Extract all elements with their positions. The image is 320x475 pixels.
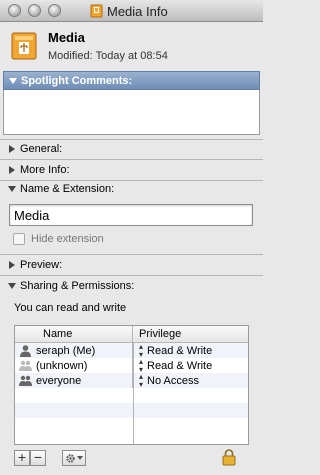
privilege-value: Read & Write xyxy=(147,359,213,372)
close-button[interactable] xyxy=(8,4,21,17)
table-row[interactable]: everyone ▴ ▾ No Access xyxy=(15,371,248,389)
title-bar: Media Info xyxy=(0,0,263,22)
more-info-label: More Info: xyxy=(20,164,70,176)
item-name: Media xyxy=(48,30,85,45)
table-row[interactable]: seraph (Me) ▴ ▾ Read & Write xyxy=(15,342,248,358)
general-label: General: xyxy=(20,143,63,155)
table-header: Name Privilege xyxy=(15,326,248,343)
column-header-privilege[interactable]: Privilege xyxy=(133,326,181,342)
general-section-header[interactable]: General: xyxy=(0,139,263,159)
remove-user-button[interactable]: − xyxy=(30,450,46,466)
user-name: seraph (Me) xyxy=(36,344,96,357)
user-name: (unknown) xyxy=(36,359,88,372)
privilege-cell[interactable]: ▴ ▾ Read & Write xyxy=(133,357,213,373)
disclosure-closed-icon xyxy=(9,166,15,174)
sharing-section-header[interactable]: Sharing & Permissions: xyxy=(0,276,263,296)
up-down-arrows-icon: ▴ ▾ xyxy=(139,371,144,389)
lock-icon[interactable] xyxy=(222,449,236,466)
disclosure-closed-icon xyxy=(9,261,15,269)
minimize-button[interactable] xyxy=(28,4,41,17)
single-user-icon xyxy=(20,345,31,357)
permission-summary: You can read and write xyxy=(14,302,127,314)
preview-label: Preview: xyxy=(20,259,63,271)
usb-drive-icon xyxy=(90,4,103,18)
privilege-value: Read & Write xyxy=(147,344,213,357)
action-menu-button[interactable] xyxy=(62,450,86,466)
add-remove-group: + − xyxy=(14,450,46,466)
usb-drive-icon xyxy=(11,32,37,60)
hide-extension-checkbox[interactable] xyxy=(13,233,25,245)
table-row[interactable]: (unknown) ▴ ▾ Read & Write xyxy=(15,357,248,373)
spotlight-comments-header[interactable]: Spotlight Comments: xyxy=(3,71,260,90)
column-divider xyxy=(133,343,134,444)
hide-extension-option[interactable]: Hide extension xyxy=(13,233,104,245)
preview-section-header[interactable]: Preview: xyxy=(0,255,263,275)
modified-label: Modified: xyxy=(48,50,93,62)
info-header: Media Modified: Today at 08:54 xyxy=(0,22,263,70)
permissions-table: Name Privilege seraph (Me) ▴ ▾ Read & Wri… xyxy=(14,325,249,445)
table-body: seraph (Me) ▴ ▾ Read & Write (unknown) ▴ ▾… xyxy=(15,342,248,433)
disclosure-open-icon xyxy=(8,283,16,289)
empty-row xyxy=(15,388,248,403)
chevron-down-icon xyxy=(77,456,83,460)
name-cell: (unknown) xyxy=(15,358,133,373)
empty-row xyxy=(15,418,248,433)
name-cell: everyone xyxy=(15,373,133,388)
group-faded-icon xyxy=(19,360,32,371)
window-title: Media Info xyxy=(107,3,168,19)
hide-extension-label: Hide extension xyxy=(31,233,104,245)
disclosure-open-icon xyxy=(8,186,16,192)
sharing-label: Sharing & Permissions: xyxy=(20,280,135,292)
user-name: everyone xyxy=(36,374,82,387)
spotlight-comments-field[interactable] xyxy=(3,90,260,135)
modified-value: Today at 08:54 xyxy=(95,50,168,62)
more-info-section-header[interactable]: More Info: xyxy=(0,160,263,180)
privilege-value: No Access xyxy=(147,374,199,387)
zoom-button[interactable] xyxy=(48,4,61,17)
name-input[interactable]: Media xyxy=(9,204,253,226)
modified-info: Modified: Today at 08:54 xyxy=(48,50,168,62)
name-extension-section-header[interactable]: Name & Extension: xyxy=(0,179,263,199)
group-icon xyxy=(19,375,32,386)
privilege-cell[interactable]: ▴ ▾ No Access xyxy=(133,371,199,389)
name-extension-label: Name & Extension: xyxy=(20,183,115,195)
window-title-group: Media Info xyxy=(90,3,168,19)
disclosure-open-icon xyxy=(9,77,17,84)
spotlight-comments-label: Spotlight Comments: xyxy=(21,74,133,87)
add-user-button[interactable]: + xyxy=(14,450,30,466)
empty-row xyxy=(15,403,248,418)
bottom-toolbar: + − xyxy=(0,447,263,475)
name-cell: seraph (Me) xyxy=(15,343,133,358)
column-header-name[interactable]: Name xyxy=(15,326,133,342)
disclosure-closed-icon xyxy=(9,145,15,153)
privilege-cell[interactable]: ▴ ▾ Read & Write xyxy=(133,342,213,358)
gear-icon xyxy=(66,453,75,463)
